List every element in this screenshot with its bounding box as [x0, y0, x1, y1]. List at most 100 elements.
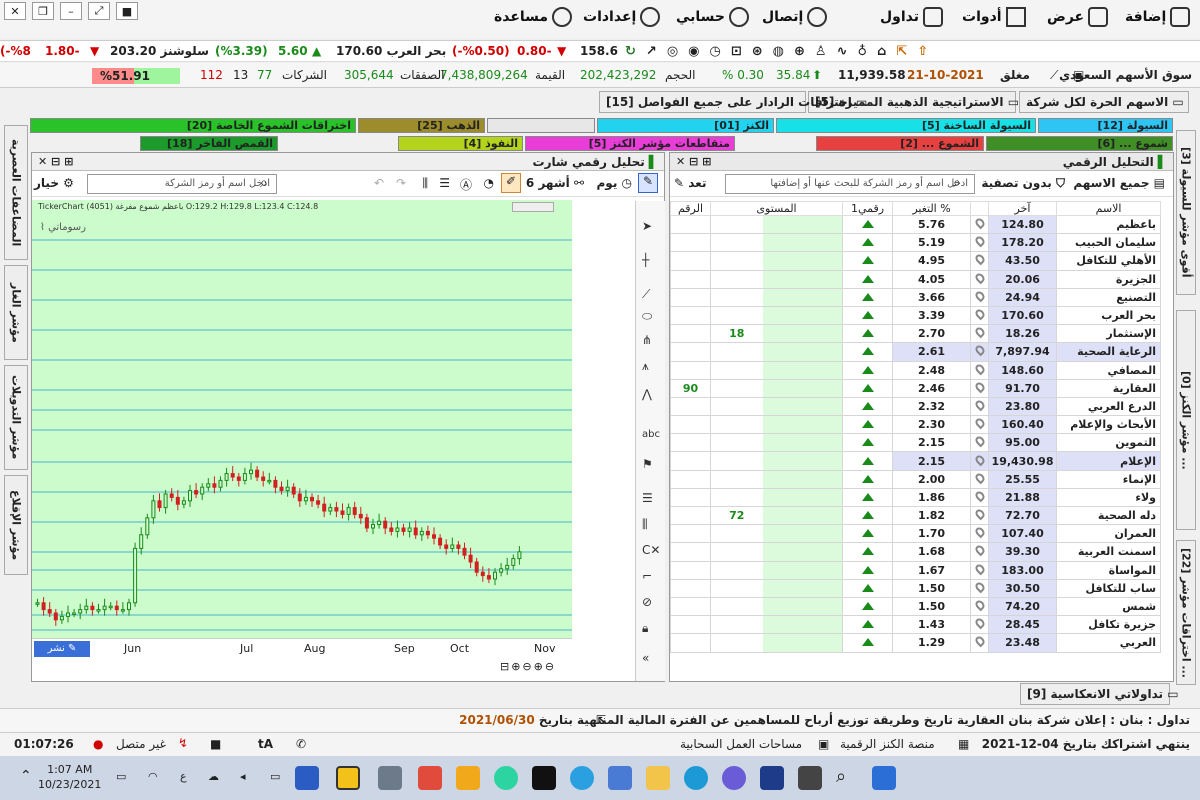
- ellipse-icon[interactable]: ⬭: [642, 309, 652, 324]
- tab-candles-6[interactable]: شموع ... [6]: [986, 136, 1173, 151]
- table-row[interactable]: 90 2.46 91.70 العقارية: [670, 378, 1162, 398]
- menu-help[interactable]: مساعدة: [494, 7, 573, 27]
- table-row[interactable]: 1.50 74.20 شمس: [670, 596, 1162, 617]
- cell-pin[interactable]: [970, 342, 990, 362]
- tab-radar-breakouts[interactable]: اختراقات الرادار على جميع الفواصل [15] ▭: [599, 91, 867, 113]
- explorer-icon[interactable]: [646, 766, 670, 790]
- trendline-icon[interactable]: ⟋: [642, 287, 650, 302]
- interval-selector[interactable]: يوم ◷: [597, 176, 632, 190]
- pitchfork-icon[interactable]: ⩚: [642, 359, 649, 374]
- cell-pin[interactable]: [970, 214, 990, 235]
- table-row[interactable]: 2.15 19,430.98 الإعلام: [670, 451, 1162, 471]
- table-row[interactable]: 2.48 148.60 المصافي: [670, 360, 1162, 380]
- acrobat-icon[interactable]: [418, 766, 442, 790]
- table-row[interactable]: 2.00 25.55 الإنماء: [670, 469, 1162, 489]
- whatsapp-icon[interactable]: ◎: [667, 44, 678, 59]
- chart-plot-area[interactable]: TickerChart (4051) باعظم شموع مفرغة O:12…: [32, 200, 572, 638]
- tab-free-float[interactable]: الاسهم الحرة لكل شركة ▭: [1019, 91, 1189, 113]
- battery-icon[interactable]: ▭: [270, 770, 280, 783]
- cell-pin[interactable]: [970, 451, 990, 471]
- alarm-icon[interactable]: ◷: [710, 44, 721, 59]
- menu-tools[interactable]: أدوات: [962, 7, 1026, 27]
- cell-pin[interactable]: [970, 615, 990, 635]
- restore-window-button[interactable]: ❐: [32, 2, 54, 20]
- tab-blank[interactable]: [487, 118, 595, 133]
- table-row[interactable]: 4.05 20.06 الجزيرة: [670, 269, 1162, 289]
- table-row[interactable]: 3.66 24.94 التصنيع: [670, 287, 1162, 307]
- table-row[interactable]: 1.67 183.00 المواساة: [670, 560, 1162, 580]
- collapse-icon[interactable]: «: [642, 651, 649, 665]
- person-icon[interactable]: ♙: [815, 44, 827, 59]
- indicator-icon[interactable]: Ⓐ: [460, 176, 472, 193]
- menu-settings[interactable]: إعدادات: [583, 7, 661, 27]
- clear-icon[interactable]: C✕: [642, 543, 660, 557]
- menu-account[interactable]: حسابي: [676, 7, 750, 27]
- telegram-icon[interactable]: [570, 766, 594, 790]
- side-tab-liquidity-strength[interactable]: [3] أقوى مؤشر للسيولة: [1176, 130, 1196, 295]
- table-row[interactable]: 2.61 7,897.94 الرعاية الصحية: [670, 342, 1162, 362]
- table-row[interactable]: 1.50 30.50 ساب للتكافل: [670, 578, 1162, 598]
- tab-hot-liquidity[interactable]: السيولة الساخنة [5]: [776, 118, 1036, 133]
- table-row[interactable]: 5.19 178.20 سليمان الحبيب: [670, 233, 1162, 253]
- trend-icon[interactable]: ↗: [646, 44, 657, 59]
- cloud-workspaces-link[interactable]: مساحات العمل السحابية: [680, 737, 802, 751]
- tab-luxury-shirt[interactable]: القمص الفاخر [18]: [140, 136, 278, 151]
- language-indicator[interactable]: ع: [180, 770, 187, 783]
- scan-icon[interactable]: ⊡: [731, 44, 742, 59]
- chart-search-input[interactable]: ادخل اسم أو رمز الشركة: [87, 174, 277, 194]
- cell-pin[interactable]: [970, 433, 990, 453]
- cell-pin[interactable]: [970, 287, 990, 307]
- cell-pin[interactable]: [970, 560, 990, 580]
- col-last[interactable]: آخر: [988, 201, 1058, 216]
- wifi-icon[interactable]: ◠: [148, 770, 158, 783]
- cell-pin[interactable]: [970, 415, 990, 435]
- coin-icon[interactable]: ◍: [773, 44, 784, 59]
- cell-pin[interactable]: [970, 469, 990, 489]
- up-chevron-icon[interactable]: ⌃: [20, 768, 32, 784]
- radar-icon[interactable]: ⊛: [752, 44, 763, 59]
- tab-treasure[interactable]: الكنز [01]: [597, 118, 774, 133]
- cell-pin[interactable]: [970, 396, 990, 417]
- draw-icon[interactable]: ✐: [501, 173, 521, 193]
- table-row[interactable]: 1.68 39.30 اسمنت العربية: [670, 542, 1162, 562]
- lines-icon[interactable]: ☰: [439, 176, 450, 190]
- camera-icon[interactable]: ■: [116, 2, 138, 20]
- globe-icon[interactable]: ⊕: [794, 44, 805, 59]
- tradingview-icon[interactable]: [532, 766, 556, 790]
- powerbi-icon[interactable]: [456, 766, 480, 790]
- flag-icon[interactable]: ⚑: [642, 457, 653, 471]
- edge-icon[interactable]: [684, 766, 708, 790]
- lock-icon[interactable]: 🔒︎: [642, 621, 648, 636]
- table-row[interactable]: 2.30 160.40 الأبحاث والإعلام: [670, 415, 1162, 435]
- tab-special-candles[interactable]: اختراقات الشموع الخاصة [20]: [30, 118, 356, 133]
- table-row[interactable]: 2.15 95.00 التموين: [670, 433, 1162, 453]
- export-icon[interactable]: ⇱: [896, 44, 907, 59]
- table-row[interactable]: 4.95 43.50 الأهلي للتكافل: [670, 251, 1162, 271]
- app-icon[interactable]: [494, 766, 518, 790]
- word-icon[interactable]: [295, 766, 319, 790]
- notification-icon[interactable]: ▭: [116, 770, 126, 783]
- search-icon[interactable]: ⌕: [953, 175, 961, 191]
- table-row[interactable]: 5.76 124.80 باعظيم: [670, 214, 1162, 235]
- table-row[interactable]: 18 2.70 18.26 الإستثمار: [670, 324, 1162, 344]
- ruler-icon[interactable]: ⫼: [642, 517, 648, 532]
- cell-pin[interactable]: [970, 505, 990, 526]
- video-icon[interactable]: ■: [210, 737, 221, 751]
- side-tab-tadweelat[interactable]: مؤشر التدويلات: [4, 365, 28, 470]
- cell-pin[interactable]: [970, 524, 990, 544]
- all-stocks-selector[interactable]: جميع الاسهم ▤: [1073, 176, 1165, 190]
- cell-pin[interactable]: [970, 251, 990, 271]
- tab-treasure-cross[interactable]: متقاطعات مؤشر الكنز [5]: [525, 136, 735, 151]
- cell-pin[interactable]: [970, 305, 990, 326]
- magnet-icon[interactable]: ⌐: [642, 569, 652, 583]
- crosshair-icon[interactable]: ┼: [642, 253, 649, 267]
- table-row[interactable]: 2.32 23.80 الدرع العربي: [670, 396, 1162, 417]
- tab-gold[interactable]: الذهب [25]: [358, 118, 485, 133]
- taskview-icon[interactable]: [798, 766, 822, 790]
- cell-pin[interactable]: [970, 269, 990, 289]
- tab-liquidity[interactable]: السيولة [12]: [1038, 118, 1173, 133]
- phone-icon[interactable]: ✆: [296, 737, 306, 751]
- upload-icon[interactable]: ⇧: [917, 44, 928, 59]
- table-row[interactable]: 72 1.82 72.70 دله الصحية: [670, 505, 1162, 526]
- col-my-num[interactable]: رقمي1: [842, 201, 894, 216]
